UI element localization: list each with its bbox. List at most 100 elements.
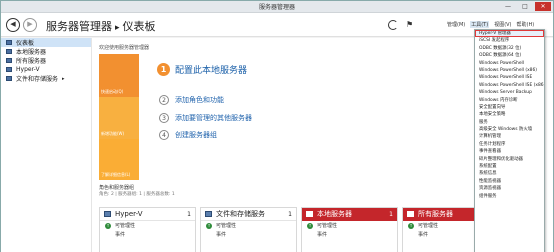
tile-label: 了解详细信息(L) [101, 172, 131, 177]
card-events[interactable]: 事件 [201, 230, 296, 239]
maximize-button[interactable]: □ [518, 2, 532, 11]
menu-view[interactable]: 视图(V) [494, 21, 511, 28]
menu-item-local-security-policy[interactable]: 本地安全策略 [475, 111, 544, 118]
roles-summary: 角色: 2 | 服务器组: 1 | 服务器总数: 1 [99, 192, 175, 197]
menu-item-powershell-ise-x86[interactable]: Windows PowerShell ISE (x86) [475, 82, 544, 89]
header-icons: ⚑ [388, 20, 416, 30]
close-button[interactable]: ✕ [535, 2, 551, 11]
notifications-flag-icon[interactable]: ⚑ [406, 20, 416, 30]
menu-item-firewall[interactable]: 高级安全 Windows 防火墙 [475, 126, 544, 133]
dashboard-icon [6, 40, 12, 45]
card-events[interactable]: 事件 [302, 230, 397, 239]
menu-item-resource-monitor[interactable]: 资源监视器 [475, 185, 544, 192]
menu-bar: 管理(M) 工具(T) 视图(V) 帮助(H) [447, 21, 534, 28]
step-number: 3 [159, 113, 169, 123]
tile-quick-start[interactable]: 快速启动(Q) [99, 54, 139, 97]
tile-learn-more[interactable]: 了解详细信息(L) [99, 139, 139, 180]
sidebar: 仪表板 本地服务器 所有服务器 Hyper-V 文件和存储服务 ▸ [1, 38, 92, 252]
menu-item-odbc-32[interactable]: ODBC 数据源(32 位) [475, 45, 544, 52]
menu-item-iscsi-initiator[interactable]: iSCSI 发起程序 [475, 37, 544, 44]
menu-item-memory-diagnostic[interactable]: Windows 内存诊断 [475, 97, 544, 104]
card-title: 文件和存储服务 [216, 210, 265, 218]
breadcrumb-app[interactable]: 服务器管理器 [46, 20, 112, 33]
menu-item-hyper-v-manager[interactable]: Hyper-V 管理器 [475, 30, 544, 38]
sidebar-item-file-storage[interactable]: 文件和存储服务 ▸ [1, 74, 91, 83]
step-create-group[interactable]: 4 创建服务器组 [159, 130, 217, 140]
tile-label: 新增功能(W) [101, 131, 125, 136]
row-label: 可管理性 [418, 223, 439, 229]
forward-icon[interactable]: ▶ [23, 18, 37, 32]
server-icon [6, 49, 12, 54]
menu-item-event-viewer[interactable]: 事件查看器 [475, 148, 544, 155]
menu-item-powershell[interactable]: Windows PowerShell [475, 60, 544, 67]
header-bar: ◀ ▶ 服务器管理器 ▸ 仪表板 ⚑ 管理(M) 工具(T) 视图(V) 帮助(H) [1, 13, 553, 37]
sidebar-item-label: 文件和存储服务 [16, 76, 59, 83]
menu-item-powershell-ise[interactable]: Windows PowerShell ISE [475, 74, 544, 81]
step-label[interactable]: 添加角色和功能 [175, 95, 224, 105]
storage-icon [6, 76, 12, 81]
role-card-file-storage[interactable]: 文件和存储服务 1 ↑ 可管理性 事件 [200, 207, 297, 252]
step-add-roles[interactable]: 2 添加角色和功能 [159, 95, 224, 105]
step-label[interactable]: 创建服务器组 [175, 130, 217, 140]
menu-item-system-config[interactable]: 系统配置 [475, 163, 544, 170]
ok-status-icon: ↑ [307, 222, 313, 229]
ok-status-icon: ↑ [206, 222, 212, 229]
breadcrumb-page: 仪表板 [122, 20, 156, 33]
tools-dropdown-menu: Hyper-V 管理器 iSCSI 发起程序 ODBC 数据源(32 位) OD… [474, 29, 545, 252]
row-label: 可管理性 [115, 223, 136, 229]
card-header[interactable]: 文件和存储服务 1 [201, 208, 296, 221]
card-header[interactable]: 本地服务器 1 [302, 208, 397, 221]
menu-item-task-scheduler[interactable]: 任务计划程序 [475, 141, 544, 148]
card-manageability[interactable]: ↑ 可管理性 [201, 221, 296, 230]
step-number: 4 [159, 130, 169, 140]
server-icon [306, 211, 313, 217]
menu-item-defragment[interactable]: 碎片整理和优化驱动器 [475, 156, 544, 163]
sidebar-item-label: 本地服务器 [16, 49, 47, 56]
step-label[interactable]: 配置此本地服务器 [175, 63, 247, 76]
menu-item-services[interactable]: 服务 [475, 119, 544, 126]
expand-chevron-icon[interactable]: ▸ [62, 76, 65, 82]
role-card-hyper-v[interactable]: Hyper-V 1 ↑ 可管理性 事件 [99, 207, 196, 252]
menu-item-odbc-64[interactable]: ODBC 数据源(64 位) [475, 52, 544, 59]
menu-tools[interactable]: 工具(T) [470, 21, 490, 28]
step-number: 2 [159, 95, 169, 105]
menu-item-computer-management[interactable]: 计算机管理 [475, 133, 544, 140]
row-label: 可管理性 [317, 223, 338, 229]
step-number: 1 [157, 63, 170, 76]
card-manageability[interactable]: ↑ 可管理性 [100, 221, 195, 230]
sidebar-item-local-server[interactable]: 本地服务器 [1, 47, 91, 56]
minimize-button[interactable]: — [501, 2, 515, 11]
menu-item-performance-monitor[interactable]: 性能监视器 [475, 178, 544, 185]
sidebar-item-all-servers[interactable]: 所有服务器 [1, 56, 91, 65]
tile-whats-new[interactable]: 新增功能(W) [99, 97, 139, 139]
card-title: 所有服务器 [418, 210, 453, 218]
sidebar-item-dashboard[interactable]: 仪表板 [1, 38, 91, 47]
breadcrumb: 服务器管理器 ▸ 仪表板 [46, 18, 156, 34]
menu-item-system-info[interactable]: 系统信息 [475, 170, 544, 177]
roles-heading: 角色和服务器组 [99, 185, 135, 191]
role-card-local-server[interactable]: 本地服务器 1 ↑ 可管理性 事件 [301, 207, 398, 252]
menu-item-security-config-wizard[interactable]: 安全配置向导 [475, 104, 544, 111]
step-add-servers[interactable]: 3 添加要管理的其他服务器 [159, 113, 252, 123]
sidebar-item-hyper-v[interactable]: Hyper-V [1, 65, 91, 74]
hyper-v-icon [6, 67, 12, 72]
refresh-icon[interactable] [388, 20, 398, 30]
card-title: Hyper-V [115, 210, 143, 218]
hyper-v-icon [104, 211, 111, 217]
step-label[interactable]: 添加要管理的其他服务器 [175, 113, 252, 123]
menu-help[interactable]: 帮助(H) [517, 21, 535, 28]
menu-item-component-services[interactable]: 组件服务 [475, 193, 544, 200]
card-header[interactable]: Hyper-V 1 [100, 208, 195, 221]
server-manager-window: 服务器管理器 — □ ✕ ◀ ▶ 服务器管理器 ▸ 仪表板 ⚑ 管理(M) 工具(T… [0, 0, 554, 252]
menu-item-server-backup[interactable]: Windows Server Backup [475, 89, 544, 96]
menu-manage[interactable]: 管理(M) [447, 21, 465, 28]
menu-item-powershell-x86[interactable]: Windows PowerShell (x86) [475, 67, 544, 74]
card-manageability[interactable]: ↑ 可管理性 [302, 221, 397, 230]
sidebar-item-label: 仪表板 [16, 40, 35, 47]
back-icon[interactable]: ◀ [6, 18, 20, 32]
card-events[interactable]: 事件 [100, 230, 195, 239]
step-configure-local-server[interactable]: 1 配置此本地服务器 [157, 63, 247, 76]
quick-start-steps: 1 配置此本地服务器 2 添加角色和功能 3 添加要管理的其他服务器 4 创建服… [140, 54, 459, 180]
servers-icon [6, 58, 12, 63]
title-bar: 服务器管理器 — □ ✕ [1, 1, 553, 13]
